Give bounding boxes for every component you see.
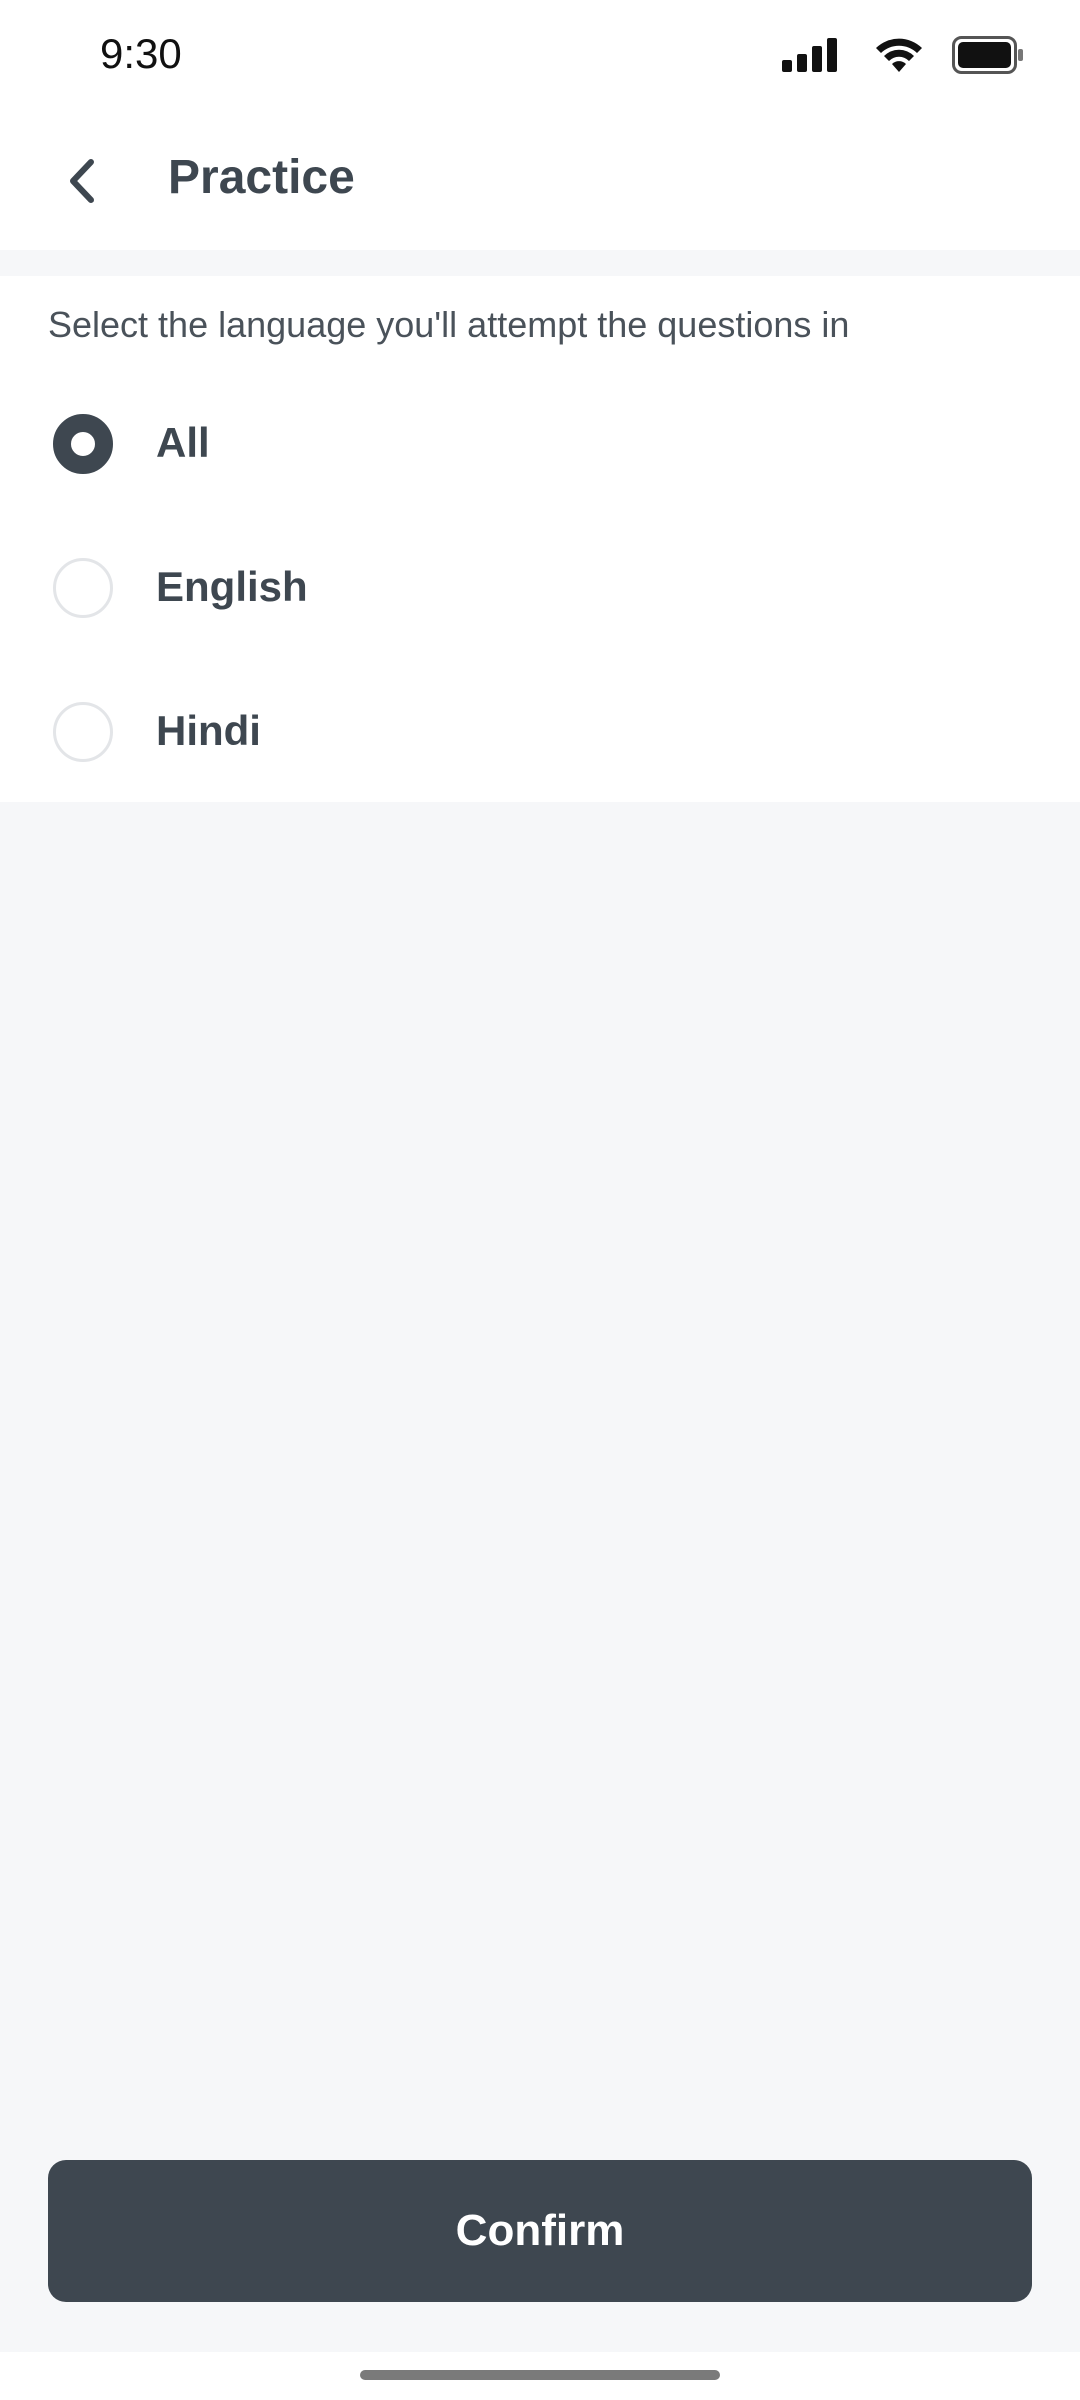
confirm-button[interactable]: Confirm [48, 2160, 1032, 2302]
option-label: All [156, 419, 210, 466]
chevron-left-icon [70, 159, 94, 203]
cellular-signal-icon [782, 38, 837, 72]
back-button[interactable] [50, 148, 116, 214]
radio-all-selected[interactable] [53, 414, 113, 474]
option-hindi[interactable]: Hindi [0, 667, 1080, 797]
instruction-text: Select the language you'll attempt the q… [48, 304, 850, 345]
wifi-icon [876, 38, 922, 72]
app-header: Practice [0, 112, 1080, 250]
status-time: 9:30 [100, 30, 182, 77]
status-bar: 9:30 [0, 0, 1080, 112]
battery-icon [952, 36, 1023, 74]
option-label: Hindi [156, 707, 261, 754]
option-all[interactable]: All [0, 379, 1080, 509]
page-title: Practice [168, 151, 355, 204]
option-label: English [156, 563, 308, 610]
radio-english[interactable] [53, 558, 113, 618]
language-options-panel: Select the language you'll attempt the q… [0, 276, 1080, 802]
home-indicator[interactable] [360, 2370, 720, 2380]
option-english[interactable]: English [0, 523, 1080, 653]
radio-hindi[interactable] [53, 702, 113, 762]
